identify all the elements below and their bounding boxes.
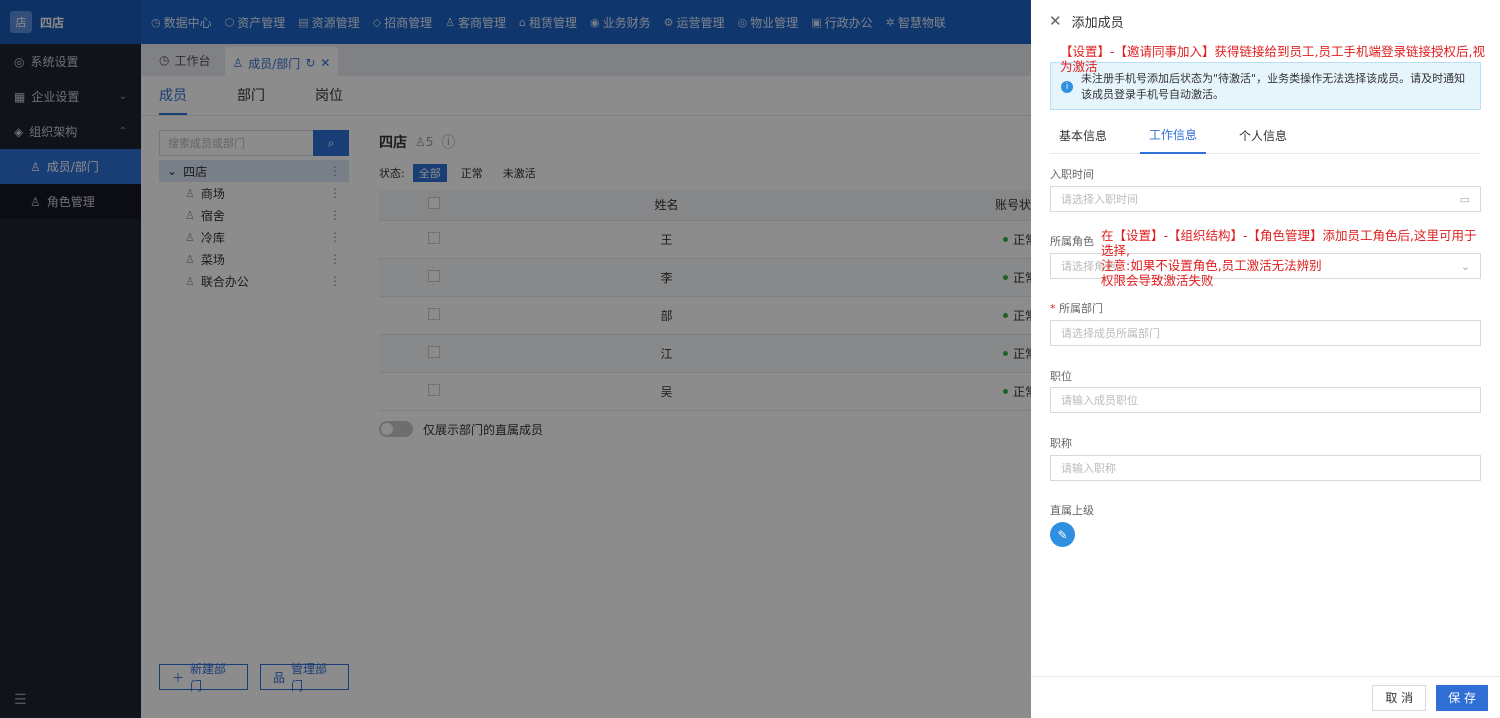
annotation-invite: 【设置】-【邀请同事加入】获得链接给到员工,员工手机端登录链接授权后,视为激活 [1060, 44, 1485, 74]
tab-basic-info[interactable]: 基本信息 [1050, 118, 1116, 154]
info-icon: i [1061, 81, 1073, 93]
modal-overlay[interactable] [0, 0, 1031, 718]
role-label: 所属角色 [1050, 235, 1094, 248]
title-label: 职称 [1050, 437, 1072, 450]
tab-work-info[interactable]: 工作信息 [1140, 118, 1207, 154]
cancel-button[interactable]: 取 消 [1372, 684, 1427, 711]
department-select[interactable]: 请选择成员所属部门 [1050, 320, 1481, 346]
edit-supervisor-button[interactable]: ✎ [1050, 522, 1075, 547]
join-date-label: 入职时间 [1050, 168, 1094, 181]
title-placeholder: 请输入职称 [1061, 462, 1116, 475]
join-date-field[interactable]: 请选择入职时间 ▭ [1050, 186, 1481, 212]
position-input[interactable]: 请输入成员职位 [1050, 387, 1481, 413]
position-label: 职位 [1050, 370, 1072, 383]
calendar-icon: ▭ [1459, 192, 1470, 206]
department-label: * 所属部门 [1050, 302, 1103, 315]
supervisor-label: 直属上级 [1050, 504, 1094, 517]
join-date-placeholder: 请选择入职时间 [1061, 193, 1138, 206]
drawer-title: 添加成员 [1071, 15, 1124, 31]
tab-personal-info[interactable]: 个人信息 [1230, 118, 1296, 154]
save-button[interactable]: 保 存 [1436, 684, 1488, 711]
info-text: 未注册手机号添加后状态为"待激活"，业务类操作无法选择该成员。请及时通知该成员登… [1081, 72, 1466, 101]
title-input[interactable]: 请输入职称 [1050, 455, 1481, 481]
position-placeholder: 请输入成员职位 [1061, 394, 1138, 407]
add-member-drawer: ✕ 添加成员 【设置】-【邀请同事加入】获得链接给到员工,员工手机端登录链接授权… [1031, 0, 1500, 718]
drawer-tabs: 基本信息 工作信息 个人信息 [1050, 118, 1481, 154]
drawer-footer: 取 消 保 存 [1031, 676, 1500, 718]
annotation-role: 在【设置】-【组织结构】-【角色管理】添加员工角色后,这里可用于选择, 注意:如… [1101, 228, 1477, 288]
close-icon[interactable]: ✕ [1049, 12, 1062, 30]
pencil-icon: ✎ [1057, 527, 1068, 542]
department-placeholder: 请选择成员所属部门 [1061, 327, 1160, 340]
